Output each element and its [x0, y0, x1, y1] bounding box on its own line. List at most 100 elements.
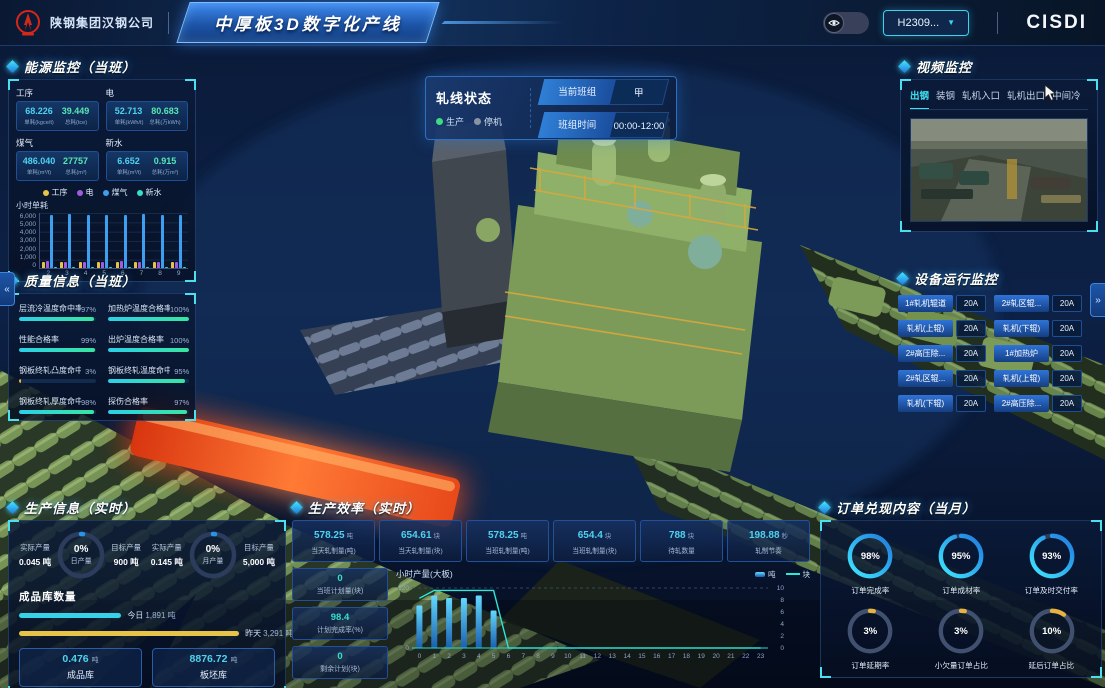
bar-group	[96, 213, 115, 268]
quality-item: 探伤合格率97%	[108, 396, 189, 414]
energy-card-name: 煤气	[16, 137, 99, 149]
prodinfo-panel-body: 实际产量0.045 吨 0%日产量 目标产量900 吨 实际产量0.145 吨 …	[8, 520, 286, 688]
stat-unit: 块	[688, 533, 695, 540]
tab-tapping[interactable]: 出钢	[910, 88, 929, 105]
bar	[175, 262, 178, 268]
equipment-current: 20A	[1052, 395, 1082, 412]
progress-fill	[108, 410, 187, 414]
video-feed[interactable]	[910, 118, 1088, 222]
stock-bar-label: 昨天	[245, 629, 261, 638]
bar-group	[133, 213, 152, 268]
right-tick: 10	[777, 585, 785, 592]
collapse-left-icon: «	[4, 284, 10, 295]
stock-value: 8876.72	[190, 653, 228, 665]
visibility-toggle[interactable]	[823, 12, 869, 34]
gauge-percent: 0%	[74, 544, 88, 555]
donut-label: 订单延期率	[829, 660, 911, 670]
hour-bar	[431, 596, 437, 649]
stat-label: 轧制节奏	[731, 546, 806, 556]
collapse-right-tab[interactable]: »	[1090, 283, 1105, 317]
x-tick: 14	[623, 653, 631, 660]
equipment-label: 轧机(上辊)	[898, 320, 953, 337]
tab-mill-entry[interactable]: 轧机入口	[962, 88, 1000, 105]
donut-label: 订单成材率	[920, 585, 1002, 595]
quality-item: 钢板终轧温度命中率95%	[108, 365, 189, 383]
bar	[83, 262, 86, 269]
quality-label: 钢板终轧厚度命中率	[19, 396, 81, 407]
quality-item: 层流冷温度命中率97%	[19, 303, 96, 321]
tab-charging[interactable]: 装钢	[936, 88, 955, 105]
heat-number-select[interactable]: H2309... ▼	[883, 10, 969, 36]
x-tick: 18	[683, 653, 691, 660]
bar	[138, 262, 141, 268]
bar	[60, 262, 63, 268]
quality-label: 性能合格率	[19, 334, 59, 345]
equipment-item: 2#轧区辊...20A	[898, 370, 986, 387]
bar	[146, 267, 149, 268]
actual-label: 实际产量	[151, 542, 183, 553]
x-tick: 12	[594, 653, 602, 660]
collapse-right-icon: »	[1095, 295, 1101, 306]
energy-card-box: 68.226单耗(kgce/t) 39.449总耗(tce)	[16, 101, 99, 131]
status-label: 生产	[446, 115, 464, 128]
hourly-chart-legend: 吨 块	[755, 569, 810, 580]
bar	[128, 267, 131, 268]
status-dot-stopped	[474, 118, 481, 125]
bar-group	[170, 213, 189, 268]
stock-title: 成品库数量	[19, 589, 275, 604]
energy-chart-title: 小时单耗	[16, 200, 188, 211]
quality-panel-header: 质量信息（当班）	[8, 270, 196, 290]
energy-cards: 工序 68.226单耗(kgce/t) 39.449总耗(tce) 电 52.7…	[16, 86, 188, 181]
right-tick: 6	[780, 609, 784, 616]
bar	[50, 215, 53, 268]
bar	[72, 267, 75, 268]
orders-panel-header: 订单兑现内容（当月）	[820, 497, 1102, 517]
stock-label: 成品库	[20, 668, 141, 681]
prodeff-panel-header: 生产效率（实时）	[292, 497, 810, 517]
equipment-panel-header: 设备运行监控	[898, 268, 1082, 288]
legend-dot	[43, 190, 49, 196]
plan-stats: 0当班计划量(块) 98.4计划完成率(%) 0剩余计划(块)	[292, 568, 388, 679]
energy-legend: 工序 电 煤气 新水	[16, 187, 188, 198]
daily-donut: 0%日产量	[55, 529, 107, 581]
progress-track	[108, 317, 189, 321]
inventory-boxes: 0.476吨 成品库 8876.72吨 板坯库	[19, 648, 275, 687]
stock-bar-fill	[19, 631, 239, 636]
energy-unit: 总耗(m³)	[60, 167, 91, 175]
x-tick: 15	[638, 653, 646, 660]
gauge-percent: 0%	[206, 544, 220, 555]
collapse-left-tab[interactable]: «	[0, 272, 15, 306]
bar	[161, 215, 164, 268]
progress-fill	[108, 379, 185, 383]
legend-label: 工序	[52, 187, 68, 198]
stat-box: 578.25吨当班轧制量(吨)	[466, 520, 549, 562]
quality-item: 出炉温度合格率100%	[108, 334, 189, 352]
stock-unit: 吨	[230, 657, 237, 664]
video-monitor-panel: 视频监控 出钢 装钢 轧机入口 轧机出口 中间冷 电加热	[900, 56, 1098, 232]
y-tick: 1,000	[16, 254, 36, 261]
header-stripe	[441, 21, 564, 24]
progress-track	[19, 410, 96, 414]
tab-mill-exit[interactable]: 轧机出口	[1007, 88, 1045, 105]
page-title: 中厚板3D数字化产线	[214, 10, 402, 35]
equipment-label: 2#轧区辊...	[994, 295, 1049, 312]
equipment-label: 1#轧机辊道	[898, 295, 953, 312]
header-divider	[168, 12, 169, 34]
equipment-label: 2#高压除...	[994, 395, 1049, 412]
order-donut: 3% 小欠量订单占比	[918, 606, 1005, 671]
hour-bar	[461, 598, 467, 648]
energy-card-name: 工序	[16, 87, 99, 99]
donut-label: 延后订单占比	[1010, 660, 1092, 670]
bar	[142, 214, 145, 268]
energy-value: 80.683	[148, 106, 182, 116]
y-tick: 3,000	[16, 237, 36, 244]
left-tick: 120	[398, 585, 409, 592]
quality-value: 99%	[81, 336, 96, 345]
diamond-icon	[6, 501, 19, 514]
quality-value: 98%	[81, 398, 96, 407]
diamond-icon	[898, 60, 911, 73]
quality-value: 97%	[174, 398, 189, 407]
line-status-legend: 生产 停机	[436, 115, 520, 128]
bar-group	[77, 213, 96, 268]
stock-bar-label: 今日	[127, 611, 143, 620]
